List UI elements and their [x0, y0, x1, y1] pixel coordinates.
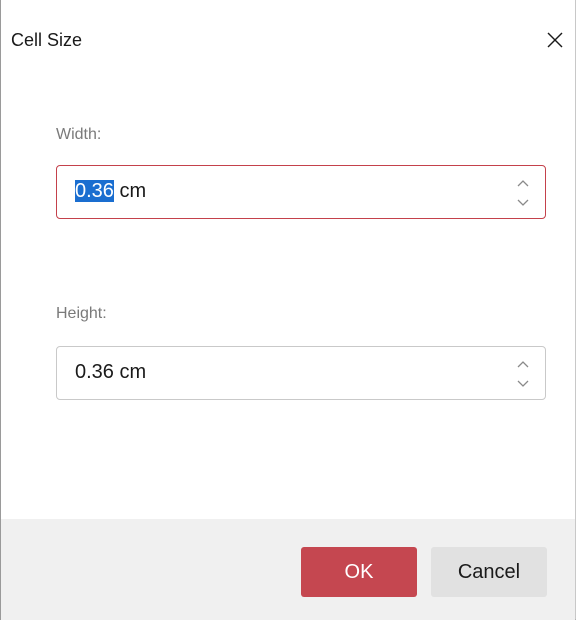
dialog-titlebar: Cell Size — [1, 0, 575, 84]
chevron-updown-icon — [517, 180, 529, 206]
cell-size-dialog: Cell Size Width: 0.36 cm Height: 0.36 cm — [0, 0, 576, 620]
height-value[interactable]: 0.36 cm — [75, 361, 146, 384]
width-label: Width: — [56, 126, 102, 143]
width-spinbox[interactable]: 0.36 cm — [56, 165, 546, 219]
height-label: Height: — [56, 305, 107, 322]
width-value-selection: 0.36 — [75, 180, 114, 202]
height-spin-arrows[interactable] — [515, 357, 531, 391]
cancel-button[interactable]: Cancel — [431, 547, 547, 597]
ok-button[interactable]: OK — [301, 547, 417, 597]
dialog-title: Cell Size — [11, 30, 83, 50]
width-spin-arrows[interactable] — [515, 176, 531, 210]
width-value-unit: cm — [113, 180, 147, 202]
height-spinbox[interactable]: 0.36 cm — [56, 346, 546, 400]
width-value[interactable]: 0.36 cm — [75, 180, 146, 203]
chevron-updown-icon — [517, 361, 529, 387]
close-icon[interactable] — [539, 24, 571, 56]
